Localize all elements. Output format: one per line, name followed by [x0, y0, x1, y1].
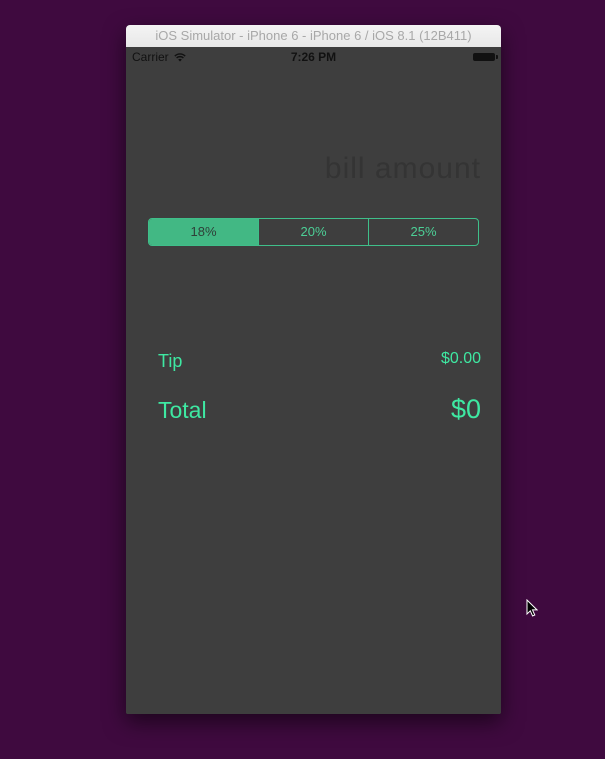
window-title[interactable]: iOS Simulator - iPhone 6 - iPhone 6 / iO…: [126, 25, 501, 48]
app-screen: Carrier 7:26 PM 18% 20% 25%: [126, 47, 501, 714]
tip-option-25[interactable]: 25%: [369, 219, 478, 245]
total-amount: $0: [450, 394, 481, 424]
tip-option-18[interactable]: 18%: [149, 219, 259, 245]
tip-amount: $0.00: [440, 350, 481, 367]
status-bar: Carrier 7:26 PM: [126, 47, 501, 67]
status-time: 7:26 PM: [290, 50, 337, 64]
simulator-window: iOS Simulator - iPhone 6 - iPhone 6 / iO…: [126, 25, 501, 714]
total-label: Total: [158, 397, 207, 423]
bill-amount-input[interactable]: [148, 147, 481, 191]
battery-icon: [473, 53, 498, 61]
desktop: iOS Simulator - iPhone 6 - iPhone 6 / iO…: [0, 0, 605, 759]
tip-label: Tip: [158, 351, 183, 371]
tip-percentage-control: 18% 20% 25%: [148, 218, 479, 246]
tip-option-20[interactable]: 20%: [259, 219, 369, 245]
arrow-cursor-icon: [526, 598, 539, 622]
